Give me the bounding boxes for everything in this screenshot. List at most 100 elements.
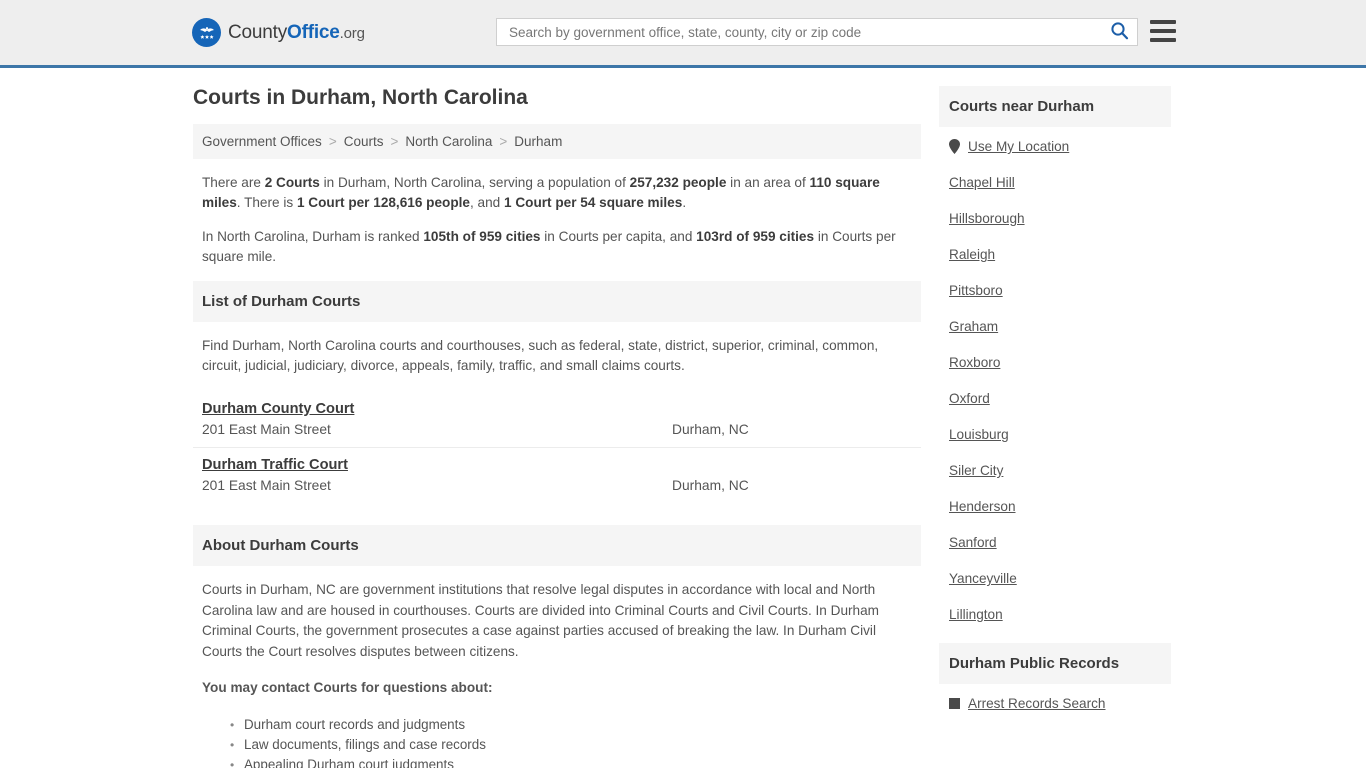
sidebar-city-lillington[interactable]: Lillington (949, 607, 1003, 622)
page-body: Courts in Durham, North Carolina Governm… (0, 68, 1366, 768)
use-my-location-row[interactable]: Use My Location (949, 139, 1161, 154)
court-list-item: Durham Traffic Court 201 East Main Stree… (193, 448, 921, 503)
intro-text: There are (202, 175, 265, 190)
court-name-link[interactable]: Durham Traffic Court (202, 457, 348, 473)
nearby-city-row[interactable]: Henderson (949, 499, 1161, 514)
court-city: Durham, NC (672, 422, 749, 437)
intro-text: in an area of (726, 175, 810, 190)
arrest-records-search-link[interactable]: Arrest Records Search (968, 696, 1106, 711)
sidebar-city-chapel-hill[interactable]: Chapel Hill (949, 175, 1015, 190)
search-icon (1110, 21, 1129, 43)
page-title: Courts in Durham, North Carolina (193, 86, 528, 109)
hamburger-bar (1150, 20, 1176, 24)
search-button[interactable] (1110, 21, 1129, 43)
nearby-city-row[interactable]: Siler City (949, 463, 1161, 478)
breadcrumb-item-government-offices[interactable]: Government Offices (202, 134, 322, 149)
breadcrumb-item-durham[interactable]: Durham (514, 134, 562, 149)
sidebar-city-siler-city[interactable]: Siler City (949, 463, 1003, 478)
sidebar-city-pittsboro[interactable]: Pittsboro (949, 283, 1003, 298)
court-address: 201 East Main Street (202, 478, 331, 493)
public-records-card: Durham Public Records Arrest Records Sea… (939, 643, 1171, 711)
court-name-link[interactable]: Durham County Court (202, 401, 354, 417)
stat-population: 257,232 people (629, 175, 727, 190)
logo-text: CountyOffice.org (228, 22, 365, 44)
court-list-item: Durham County Court 201 East Main Street… (193, 392, 921, 448)
hamburger-bar (1150, 38, 1176, 42)
public-records-body: Arrest Records Search (939, 684, 1171, 711)
intro-text: . (682, 195, 687, 210)
nearby-city-row[interactable]: Pittsboro (949, 283, 1161, 298)
site-logo[interactable]: CountyOffice.org (192, 18, 365, 47)
nearby-courts-card: Courts near Durham Use My Location Chape… (939, 86, 1171, 622)
about-paragraph: Courts in Durham, NC are government inst… (202, 582, 879, 659)
breadcrumb: Government Offices > Courts > North Caro… (193, 124, 921, 159)
list-item: Appealing Durham court judgments (230, 755, 912, 768)
hamburger-bar (1150, 29, 1176, 33)
intro-text: , and (469, 195, 504, 210)
nearby-city-row[interactable]: Hillsborough (949, 211, 1161, 226)
nearby-city-row[interactable]: Roxboro (949, 355, 1161, 370)
breadcrumb-item-courts[interactable]: Courts (344, 134, 384, 149)
public-records-heading: Durham Public Records (939, 643, 1171, 684)
sidebar: Courts near Durham Use My Location Chape… (939, 86, 1171, 768)
site-header: CountyOffice.org (0, 0, 1366, 68)
nearby-city-row[interactable]: Raleigh (949, 247, 1161, 262)
nearby-city-row[interactable]: Yanceyville (949, 571, 1161, 586)
list-item: Law documents, filings and case records (230, 735, 912, 755)
breadcrumb-item-north-carolina[interactable]: North Carolina (405, 134, 492, 149)
nearby-city-row[interactable]: Lillington (949, 607, 1161, 622)
nearby-city-row[interactable]: Louisburg (949, 427, 1161, 442)
list-section-heading: List of Durham Courts (193, 281, 921, 322)
logo-text-office: Office (287, 21, 340, 43)
sidebar-city-oxford[interactable]: Oxford (949, 391, 990, 406)
main-column: Courts in Durham, North Carolina Governm… (193, 86, 921, 768)
sidebar-city-graham[interactable]: Graham (949, 319, 998, 334)
intro-statistics: There are 2 Courts in Durham, North Caro… (193, 159, 921, 267)
breadcrumb-separator: > (390, 134, 399, 149)
intro-text: in Durham, North Carolina, serving a pop… (319, 175, 630, 190)
logo-text-tld: .org (339, 24, 365, 42)
nearby-city-row[interactable]: Oxford (949, 391, 1161, 406)
use-my-location-link[interactable]: Use My Location (968, 139, 1069, 154)
logo-text-county: County (228, 21, 288, 43)
sidebar-city-yanceyville[interactable]: Yanceyville (949, 571, 1017, 586)
sidebar-city-louisburg[interactable]: Louisburg (949, 427, 1009, 442)
search-bar[interactable] (496, 18, 1138, 46)
contact-topics-list: Durham court records and judgments Law d… (202, 715, 912, 768)
sidebar-city-raleigh[interactable]: Raleigh (949, 247, 995, 262)
list-section-body: Find Durham, North Carolina courts and c… (193, 322, 921, 376)
list-section-description: Find Durham, North Carolina courts and c… (202, 338, 879, 373)
court-city: Durham, NC (672, 478, 749, 493)
sidebar-city-hillsborough[interactable]: Hillsborough (949, 211, 1025, 226)
sidebar-city-sanford[interactable]: Sanford (949, 535, 997, 550)
list-item: Durham court records and judgments (230, 715, 912, 735)
nearby-courts-heading: Courts near Durham (939, 86, 1171, 127)
intro-paragraph-1: There are 2 Courts in Durham, North Caro… (202, 173, 912, 213)
stat-rank-per-capita: 105th of 959 cities (423, 229, 541, 244)
court-address: 201 East Main Street (202, 422, 331, 437)
about-section-body: Courts in Durham, NC are government inst… (193, 566, 921, 768)
stat-court-count: 2 Courts (264, 175, 320, 190)
sidebar-city-henderson[interactable]: Henderson (949, 499, 1016, 514)
public-record-row[interactable]: Arrest Records Search (949, 696, 1161, 711)
court-list: Durham County Court 201 East Main Street… (193, 392, 921, 503)
intro-paragraph-2: In North Carolina, Durham is ranked 105t… (202, 227, 912, 267)
nearby-city-row[interactable]: Sanford (949, 535, 1161, 550)
intro-text: In North Carolina, Durham is ranked (202, 229, 424, 244)
content-container: Courts in Durham, North Carolina Governm… (193, 68, 1173, 768)
nearby-city-row[interactable]: Graham (949, 319, 1161, 334)
hamburger-menu-icon[interactable] (1150, 20, 1176, 42)
intro-text: in Courts per capita, and (540, 229, 697, 244)
stat-court-per-area: 1 Court per 54 square miles (504, 195, 683, 210)
breadcrumb-separator: > (328, 134, 337, 149)
court-detail-line: 201 East Main Street Durham, NC (202, 422, 912, 437)
intro-text: . There is (236, 195, 297, 210)
nearby-city-row[interactable]: Chapel Hill (949, 175, 1161, 190)
court-detail-line: 201 East Main Street Durham, NC (202, 478, 912, 493)
breadcrumb-separator: > (499, 134, 508, 149)
search-input[interactable] (507, 23, 1110, 41)
contact-lead: You may contact Courts for questions abo… (202, 680, 493, 695)
map-pin-icon (949, 139, 960, 154)
sidebar-city-roxboro[interactable]: Roxboro (949, 355, 1000, 370)
square-bullet-icon (949, 698, 960, 709)
